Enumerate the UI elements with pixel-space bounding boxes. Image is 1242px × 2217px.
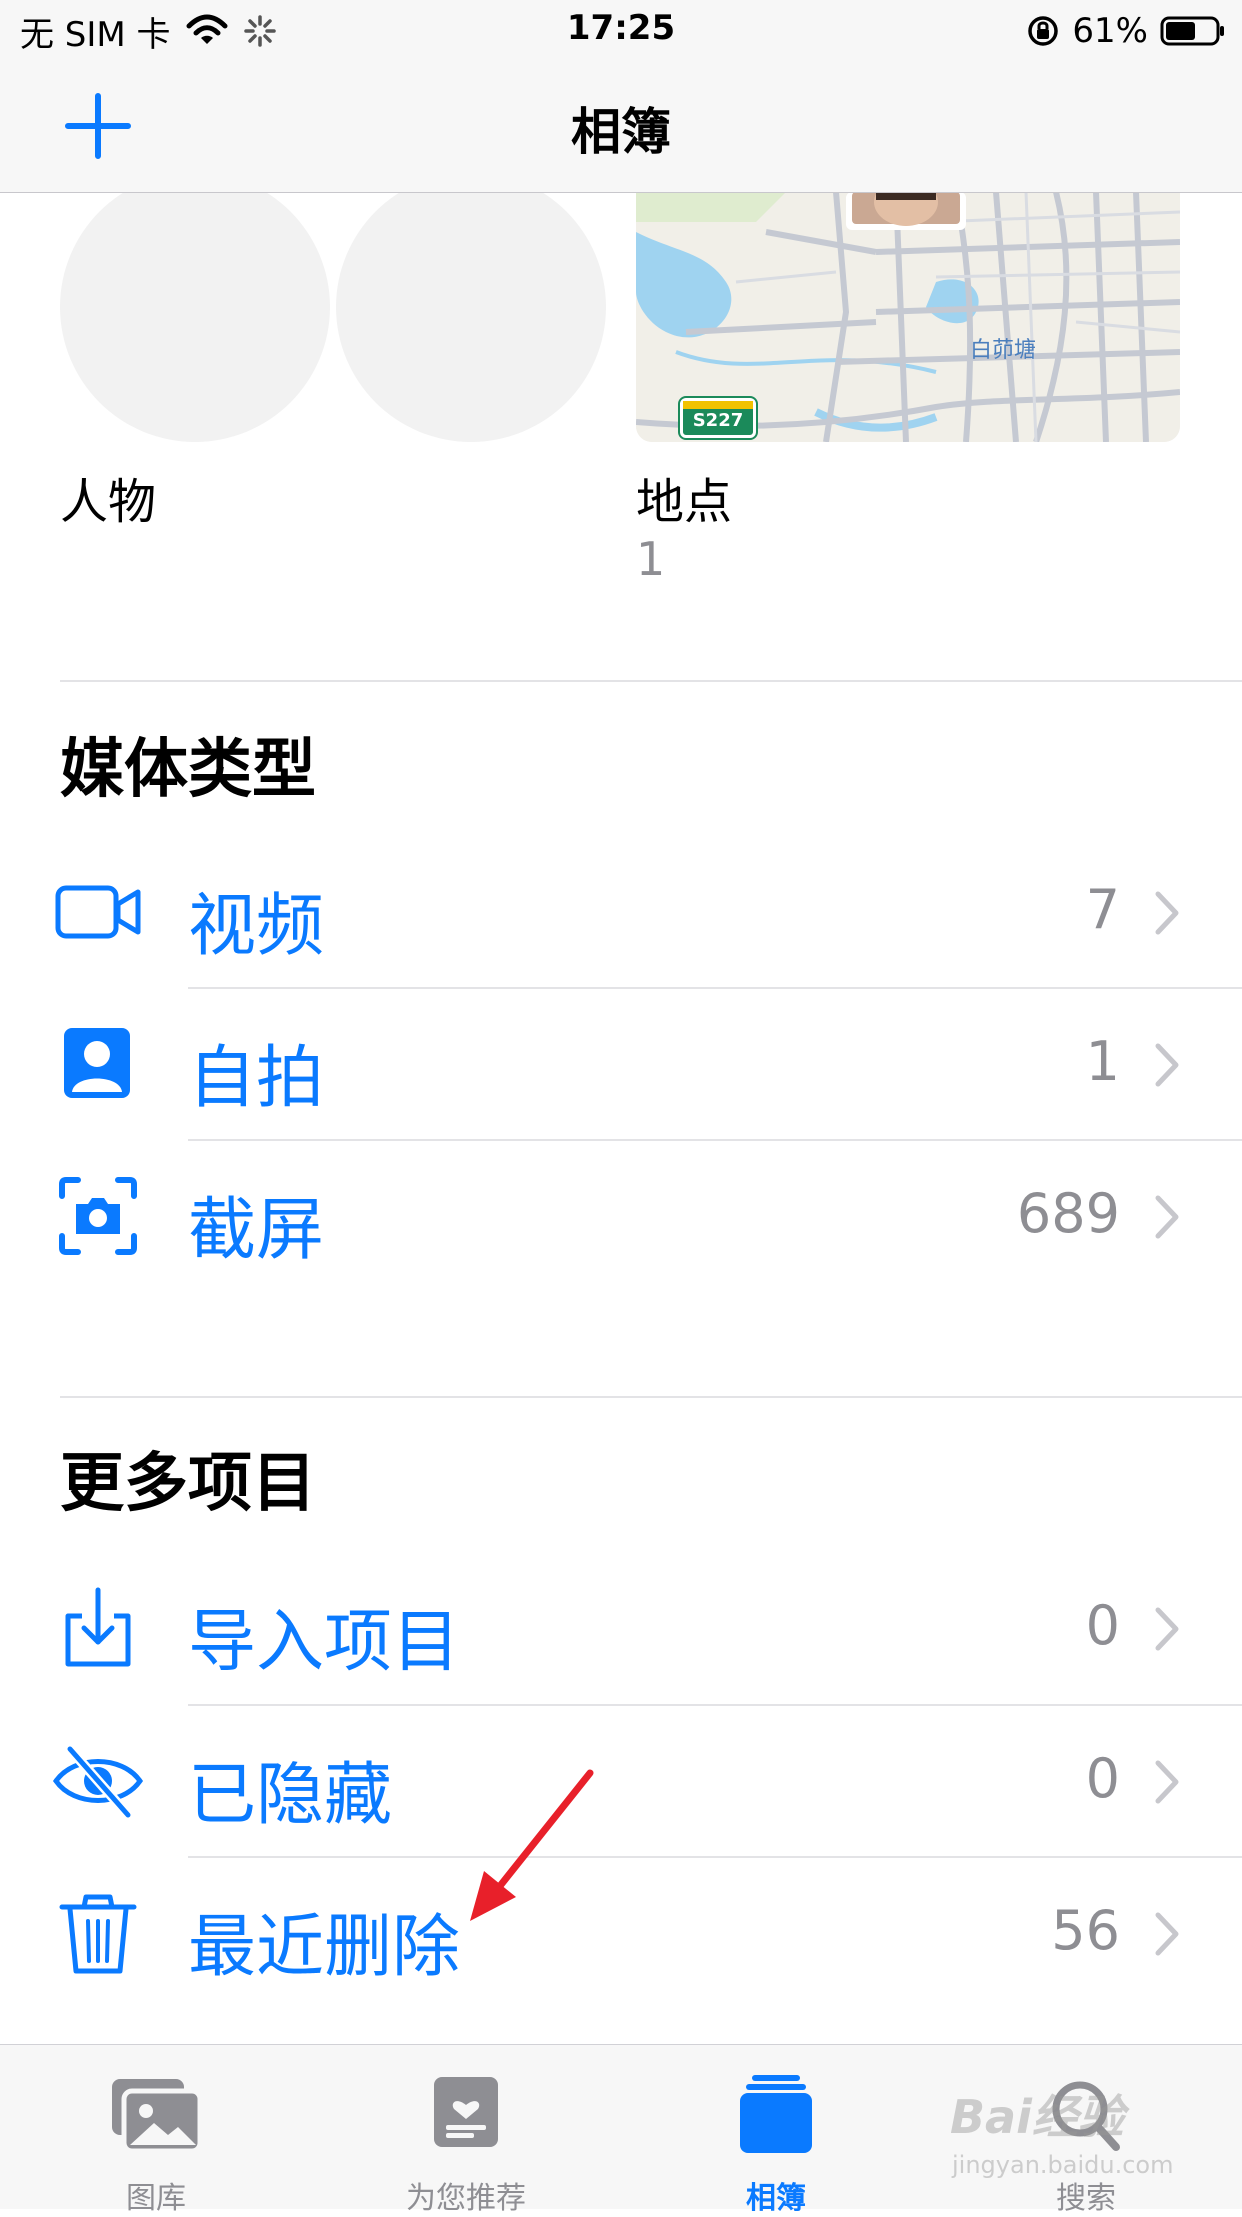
places-count: 1 — [636, 532, 666, 586]
watermark-url: jingyan.baidu.com — [952, 2151, 1174, 2179]
tab-label: 为您推荐 — [406, 2181, 526, 2216]
people-thumbnail-1[interactable] — [60, 172, 330, 442]
media-row-count: 689 — [1016, 1182, 1120, 1245]
screenshot-icon — [59, 1177, 137, 1255]
navigation-bar: 相簿 — [0, 62, 1242, 193]
media-row-label: 自拍 — [188, 1039, 325, 1118]
media-row-label: 截屏 — [188, 1191, 325, 1270]
more-row-label: 导入项目 — [188, 1603, 461, 1682]
media-row-video[interactable]: 视频 7 — [0, 836, 1242, 988]
trash-icon — [59, 1894, 137, 1974]
tab-albums[interactable]: 相簿 — [656, 2045, 896, 2216]
media-row-selfie[interactable]: 自拍 1 — [0, 988, 1242, 1140]
more-items-title: 更多项目 — [60, 1447, 316, 1521]
page-title: 相簿 — [571, 103, 671, 161]
for-you-icon — [434, 2077, 498, 2147]
chevron-right-icon — [1155, 1760, 1179, 1804]
chevron-right-icon — [1155, 1195, 1179, 1239]
more-row-label: 已隐藏 — [188, 1756, 393, 1835]
battery-icon — [1160, 16, 1224, 46]
tab-label: 搜索 — [1056, 2181, 1116, 2216]
tab-label: 相簿 — [746, 2181, 806, 2216]
more-row-count: 56 — [1051, 1899, 1120, 1962]
more-row-import[interactable]: 导入项目 0 — [0, 1552, 1242, 1704]
chevron-right-icon — [1155, 1607, 1179, 1651]
section-divider — [60, 1396, 1242, 1398]
video-icon — [55, 885, 141, 939]
chevron-right-icon — [1155, 891, 1179, 935]
more-row-label: 最近删除 — [188, 1908, 461, 1987]
media-row-screenshot[interactable]: 截屏 689 — [0, 1140, 1242, 1292]
photos-library-icon — [112, 2079, 203, 2154]
selfie-icon — [64, 1028, 130, 1098]
chevron-right-icon — [1155, 1912, 1179, 1956]
hidden-eye-icon — [52, 1744, 144, 1820]
albums-icon — [740, 2075, 812, 2153]
people-label[interactable]: 人物 — [60, 462, 156, 532]
tab-label: 图库 — [126, 2181, 186, 2216]
status-bar: 无 SIM 卡 17:25 61% — [0, 0, 1242, 62]
road-sign-badge: S227 — [680, 398, 756, 438]
media-row-label: 视频 — [188, 887, 325, 966]
import-icon — [65, 1587, 131, 1667]
chevron-right-icon — [1155, 1043, 1179, 1087]
media-row-count: 1 — [1085, 1030, 1120, 1093]
status-bar-right: 61% — [1026, 8, 1226, 54]
battery-percent: 61% — [1072, 11, 1148, 51]
more-row-count: 0 — [1085, 1747, 1120, 1810]
section-divider — [60, 680, 1242, 682]
map-place-label: 白茆塘 — [970, 338, 1037, 363]
places-label[interactable]: 地点 — [636, 462, 732, 532]
people-thumbnail-2[interactable] — [336, 172, 606, 442]
albums-content: 人物 白茆塘 S227 地点 1 媒体类型 视频 7 自拍 1 截屏 689 更… — [0, 0, 1242, 2208]
tab-bar: 图库 为您推荐 相簿 搜索 Bai经验 jingyan.baidu.com — [0, 2044, 1242, 2216]
orientation-lock-icon — [1028, 16, 1059, 46]
places-map-thumbnail[interactable]: 白茆塘 S227 — [636, 192, 1180, 442]
more-row-recently-deleted[interactable]: 最近删除 56 — [0, 1857, 1242, 2009]
media-row-count: 7 — [1085, 878, 1120, 941]
watermark-logo: Bai经验 — [950, 2090, 1124, 2144]
annotation-arrow-icon — [470, 1769, 594, 1921]
media-types-title: 媒体类型 — [60, 733, 316, 807]
road-sign-text: S227 — [692, 410, 744, 431]
tab-library[interactable]: 图库 — [36, 2045, 276, 2216]
more-row-count: 0 — [1085, 1594, 1120, 1657]
more-row-hidden[interactable]: 已隐藏 0 — [0, 1705, 1242, 1857]
tab-for-you[interactable]: 为您推荐 — [346, 2045, 586, 2216]
